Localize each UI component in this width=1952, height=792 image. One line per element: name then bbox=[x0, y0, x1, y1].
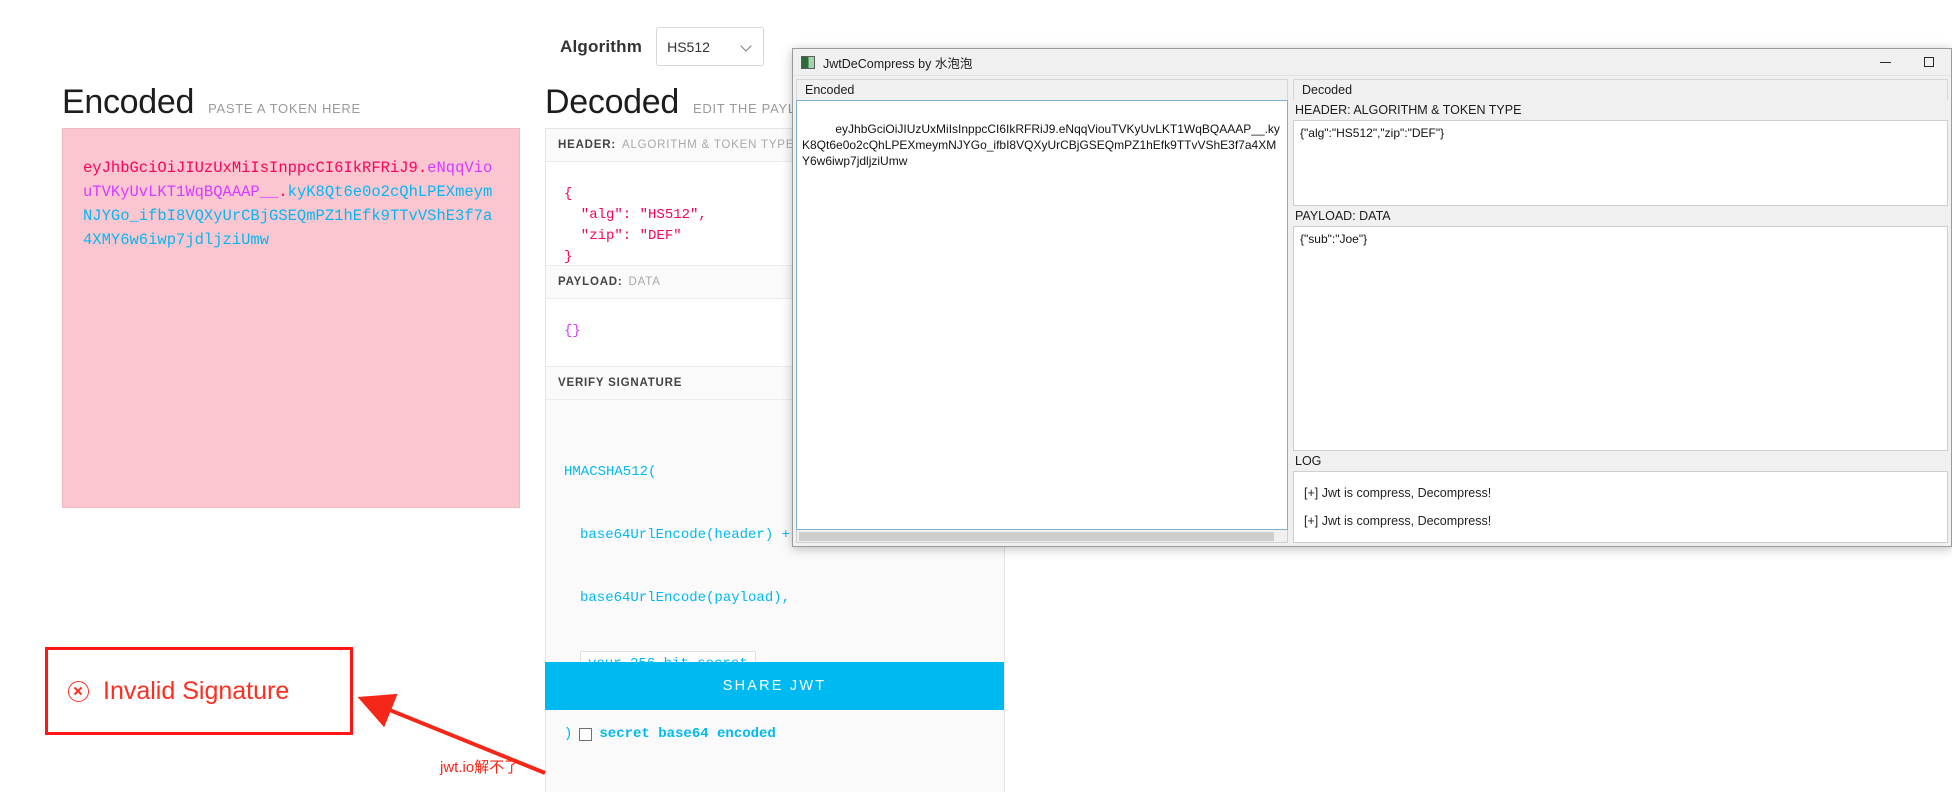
app-decoded-label: Decoded bbox=[1293, 79, 1948, 100]
log-line: [+] Jwt is compress, Decompress! bbox=[1304, 486, 1492, 500]
share-jwt-button[interactable]: SHARE JWT bbox=[545, 662, 1004, 710]
encoded-subtitle: PASTE A TOKEN HERE bbox=[208, 101, 361, 116]
app-icon bbox=[801, 55, 815, 69]
encoded-title: Encoded bbox=[62, 83, 195, 121]
log-line: [+] Jwt is compress, Decompress! bbox=[1304, 514, 1492, 528]
minimize-button[interactable] bbox=[1863, 49, 1907, 76]
chevron-down-icon bbox=[742, 41, 753, 52]
window-controls bbox=[1863, 49, 1951, 76]
invalid-signature-text: Invalid Signature bbox=[103, 676, 290, 705]
header-bar-tail: ALGORITHM & TOKEN TYPE bbox=[622, 139, 795, 151]
algorithm-label: Algorithm bbox=[560, 36, 643, 56]
error-circle-x-icon bbox=[68, 680, 89, 702]
app-encoded-value: eyJhbGciOiJIUzUxMiIsInppcCI6IkRFRiJ9.eNq… bbox=[802, 122, 1280, 168]
window-body: Encoded eyJhbGciOiJIUzUxMiIsInppcCI6IkRF… bbox=[793, 76, 1951, 546]
maximize-button[interactable] bbox=[1907, 49, 1951, 76]
encoded-heading: Encoded PASTE A TOKEN HERE bbox=[62, 83, 361, 122]
app-encoded-pane: Encoded eyJhbGciOiJIUzUxMiIsInppcCI6IkRF… bbox=[796, 79, 1288, 543]
algorithm-select-value: HS512 bbox=[667, 38, 710, 55]
app-payload-textarea[interactable]: {"sub":"Joe"} bbox=[1293, 226, 1948, 451]
screenshot-root: Algorithm HS512 Encoded PASTE A TOKEN HE… bbox=[0, 0, 1952, 792]
app-log-label: LOG bbox=[1295, 454, 1322, 468]
jwtdecompress-window: JwtDeCompress by 水泡泡 Encoded eyJhbGciOiJ… bbox=[792, 48, 1952, 547]
base64-checkbox-label: secret base64 encoded bbox=[599, 726, 776, 742]
app-header-label: HEADER: ALGORITHM & TOKEN TYPE bbox=[1295, 103, 1522, 117]
app-encoded-hscrollbar[interactable] bbox=[796, 530, 1288, 543]
sig-line-3: base64UrlEncode(payload), bbox=[580, 590, 791, 606]
app-decoded-pane: Decoded HEADER: ALGORITHM & TOKEN TYPE {… bbox=[1293, 79, 1948, 543]
invalid-signature-banner: Invalid Signature bbox=[45, 647, 353, 735]
decoded-title: Decoded bbox=[545, 83, 679, 121]
signature-footer: ) secret base64 encoded bbox=[564, 724, 986, 745]
window-titlebar[interactable]: JwtDeCompress by 水泡泡 bbox=[793, 49, 1951, 76]
token-header-segment: eyJhbGciOiJIUzUxMiIsInppcCI6IkRFRiJ9 bbox=[83, 159, 418, 177]
app-header-value: {"alg":"HS512","zip":"DEF"} bbox=[1300, 126, 1445, 140]
app-header-textarea[interactable]: {"alg":"HS512","zip":"DEF"} bbox=[1293, 120, 1948, 207]
window-title-text: JwtDeCompress by 水泡泡 bbox=[823, 56, 973, 71]
algorithm-select[interactable]: HS512 bbox=[656, 27, 765, 66]
header-bar-lead: HEADER: bbox=[558, 139, 616, 151]
payload-bar-tail: DATA bbox=[628, 276, 661, 288]
annotation-text: jwt.io解不了 bbox=[440, 759, 520, 776]
app-payload-label: PAYLOAD: DATA bbox=[1295, 209, 1391, 224]
maximize-icon bbox=[1924, 57, 1934, 67]
scrollbar-thumb[interactable] bbox=[799, 531, 1275, 541]
algorithm-row: Algorithm HS512 bbox=[560, 27, 765, 66]
encoded-token-input[interactable]: eyJhbGciOiJIUzUxMiIsInppcCI6IkRFRiJ9.eNq… bbox=[62, 128, 520, 508]
token-dot-1: . bbox=[417, 159, 428, 177]
app-log-textarea[interactable]: [+] Jwt is compress, Decompress! [+] Jwt… bbox=[1293, 471, 1948, 543]
app-payload-value: {"sub":"Joe"} bbox=[1300, 232, 1368, 247]
token-dot-2: . bbox=[278, 183, 288, 201]
verify-bar-label: VERIFY SIGNATURE bbox=[558, 377, 683, 389]
payload-bar-lead: PAYLOAD: bbox=[558, 276, 623, 288]
app-encoded-label: Encoded bbox=[796, 79, 1288, 100]
app-encoded-textarea[interactable]: eyJhbGciOiJIUzUxMiIsInppcCI6IkRFRiJ9.eNq… bbox=[796, 100, 1288, 530]
minimize-icon bbox=[1879, 61, 1891, 63]
